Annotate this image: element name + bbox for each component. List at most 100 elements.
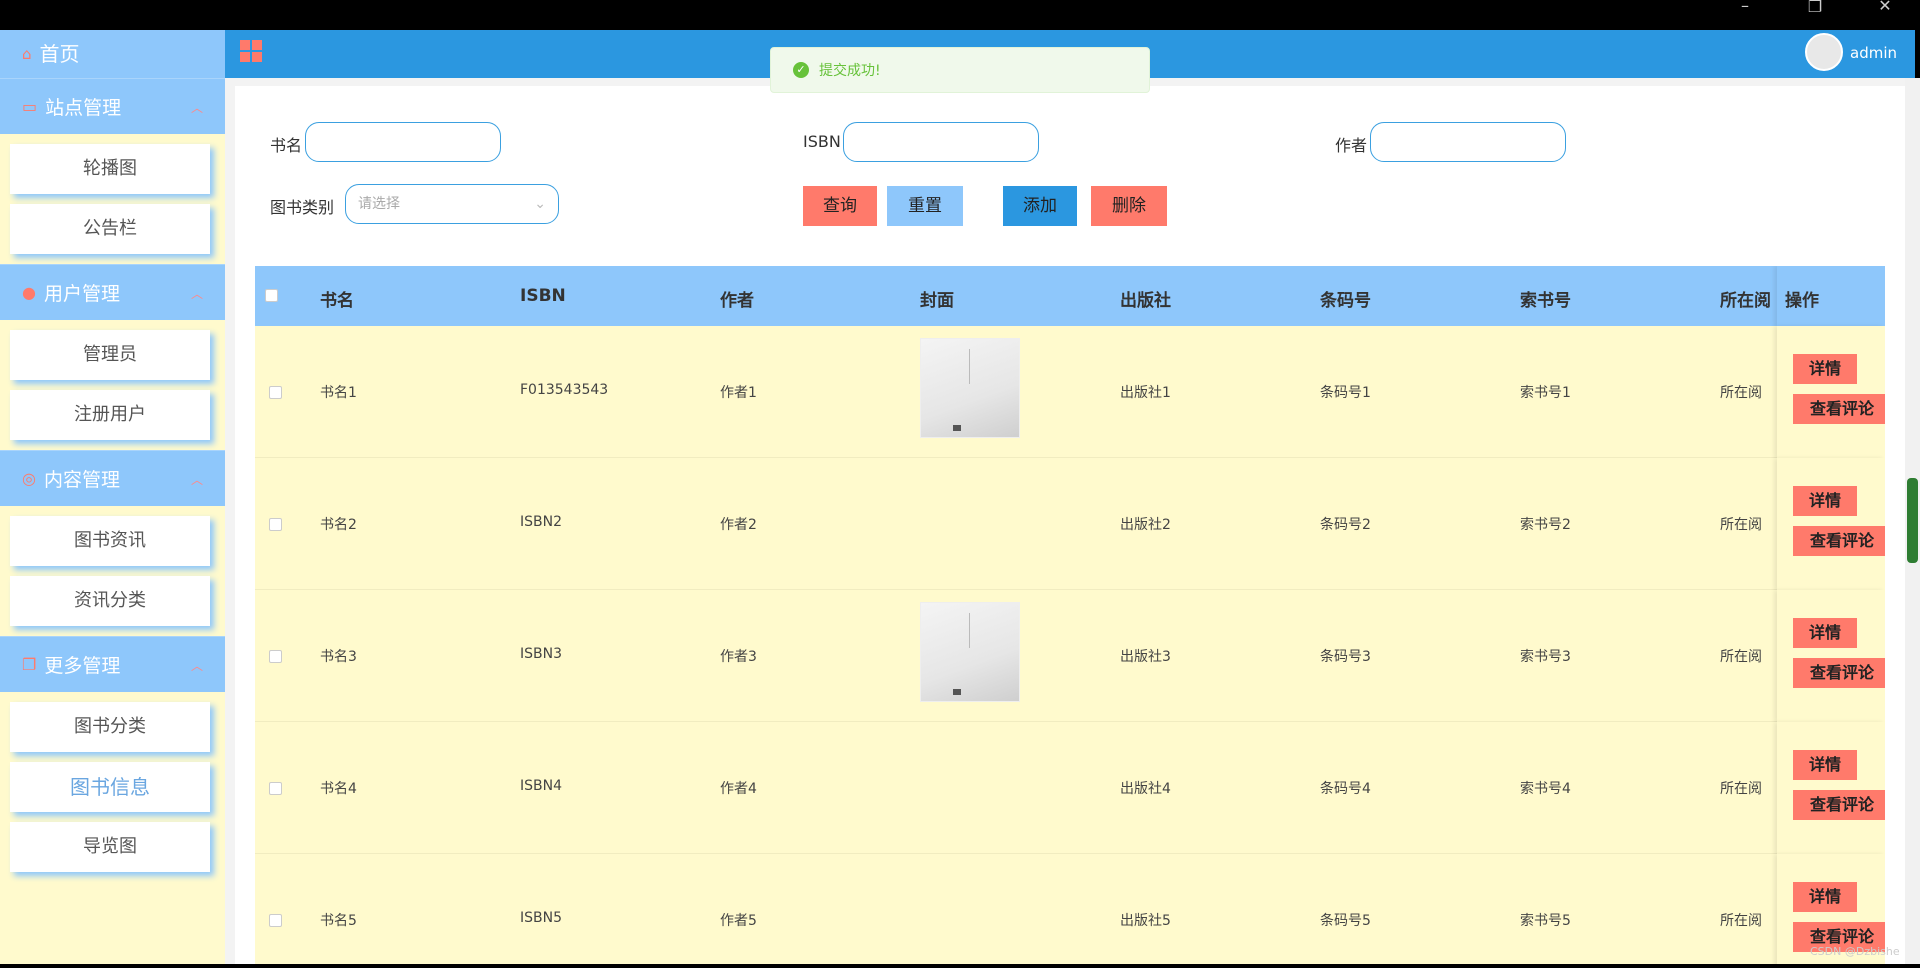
sidebar-item-notice[interactable]: 公告栏 bbox=[10, 204, 210, 254]
cell-author: 作者5 bbox=[720, 913, 757, 929]
sidebar-item-book-news[interactable]: 图书资讯 bbox=[10, 516, 210, 566]
copy-icon: ❐ bbox=[22, 655, 37, 674]
sidebar-group-site[interactable]: ▭ 站点管理 ︿ bbox=[0, 78, 225, 134]
row-checkbox[interactable] bbox=[269, 518, 282, 531]
username[interactable]: admin bbox=[1850, 44, 1897, 62]
sidebar-group-label: 站点管理 bbox=[45, 97, 122, 119]
detail-button[interactable]: 详情 bbox=[1793, 750, 1857, 780]
cell-callno: 索书号3 bbox=[1520, 649, 1571, 665]
sidebar-item-registered-users[interactable]: 注册用户 bbox=[10, 390, 210, 440]
isbn-input[interactable] bbox=[843, 122, 1039, 162]
sidebar-group-label: 更多管理 bbox=[44, 655, 121, 677]
row-checkbox[interactable] bbox=[269, 914, 282, 927]
ops-cell: 详情 查看评论 bbox=[1777, 458, 1885, 590]
cell-location: 所在阅 bbox=[1720, 385, 1762, 401]
scrollbar-thumb[interactable] bbox=[1907, 478, 1918, 563]
sidebar-item-admins[interactable]: 管理员 bbox=[10, 330, 210, 380]
cell-publisher: 出版社2 bbox=[1120, 517, 1171, 533]
toast-message: 提交成功! bbox=[819, 63, 881, 79]
cell-location: 所在阅 bbox=[1720, 781, 1762, 797]
cell-isbn: F013543543 bbox=[520, 382, 609, 398]
cell-callno: 索书号5 bbox=[1520, 913, 1571, 929]
sidebar-submenu-site: 轮播图 公告栏 bbox=[0, 134, 225, 264]
menu-grid-icon[interactable] bbox=[240, 40, 264, 64]
author-label: 作者 bbox=[1335, 136, 1368, 155]
table-row: 书名1 F013543543 作者1 出版社1 条码号1 索书号1 所在阅 详情 查看评论 bbox=[255, 326, 1885, 458]
cell-publisher: 出版社3 bbox=[1120, 649, 1171, 665]
cell-barcode: 条码号2 bbox=[1320, 517, 1371, 533]
col-header-location: 所在阅 bbox=[1720, 291, 1771, 311]
book-cover-image bbox=[920, 602, 1020, 702]
sidebar-group-more[interactable]: ❐ 更多管理 ︿ bbox=[0, 636, 225, 692]
cell-author: 作者1 bbox=[720, 385, 757, 401]
sidebar-item-carousel[interactable]: 轮播图 bbox=[10, 144, 210, 194]
sidebar-group-users[interactable]: ● 用户管理 ︿ bbox=[0, 264, 225, 320]
reset-button[interactable]: 重置 bbox=[887, 186, 963, 226]
vertical-scrollbar[interactable] bbox=[1905, 78, 1920, 964]
add-button[interactable]: 添加 bbox=[1003, 186, 1077, 226]
col-header-barcode: 条码号 bbox=[1320, 291, 1371, 311]
maximize-icon[interactable]: ❐ bbox=[1795, 0, 1835, 30]
cell-isbn: ISBN5 bbox=[520, 910, 562, 926]
view-comments-button[interactable]: 查看评论 bbox=[1793, 526, 1885, 556]
chevron-down-icon: ⌄ bbox=[534, 196, 546, 212]
cell-isbn: ISBN4 bbox=[520, 778, 562, 794]
detail-button[interactable]: 详情 bbox=[1793, 882, 1857, 912]
minimize-icon[interactable]: – bbox=[1725, 0, 1765, 30]
cell-name: 书名3 bbox=[320, 649, 357, 665]
cell-isbn: ISBN3 bbox=[520, 646, 562, 662]
detail-button[interactable]: 详情 bbox=[1793, 618, 1857, 648]
row-checkbox[interactable] bbox=[269, 386, 282, 399]
isbn-label: ISBN bbox=[803, 132, 841, 151]
cell-name: 书名5 bbox=[320, 913, 357, 929]
sidebar-item-book-category[interactable]: 图书分类 bbox=[10, 702, 210, 752]
ops-cell: 详情 查看评论 bbox=[1777, 722, 1885, 854]
success-toast: ✓ 提交成功! bbox=[770, 47, 1150, 93]
cell-publisher: 出版社1 bbox=[1120, 385, 1171, 401]
row-checkbox[interactable] bbox=[269, 782, 282, 795]
cell-location: 所在阅 bbox=[1720, 517, 1762, 533]
select-all-checkbox[interactable] bbox=[265, 289, 278, 302]
home-icon: ⌂ bbox=[22, 45, 32, 63]
book-name-input[interactable] bbox=[305, 122, 501, 162]
cell-name: 书名1 bbox=[320, 385, 357, 401]
table-row: 书名2 ISBN2 作者2 出版社2 条码号2 索书号2 所在阅 详情 查看评论 bbox=[255, 458, 1885, 590]
content-panel: 书名 ISBN 作者 图书类别 请选择 ⌄ 查询 重置 添加 删除 书名 ISB… bbox=[235, 86, 1905, 964]
table-header: 书名 ISBN 作者 封面 出版社 条码号 索书号 所在阅 操作 bbox=[255, 266, 1885, 326]
sidebar-home[interactable]: ⌂ 首页 bbox=[0, 30, 225, 78]
cell-location: 所在阅 bbox=[1720, 913, 1762, 929]
cell-callno: 索书号2 bbox=[1520, 517, 1571, 533]
detail-button[interactable]: 详情 bbox=[1793, 486, 1857, 516]
col-header-publisher: 出版社 bbox=[1120, 291, 1171, 311]
sidebar-item-news-category[interactable]: 资讯分类 bbox=[10, 576, 210, 626]
row-checkbox[interactable] bbox=[269, 650, 282, 663]
query-button[interactable]: 查询 bbox=[803, 186, 877, 226]
books-table: 书名 ISBN 作者 封面 出版社 条码号 索书号 所在阅 操作 书名1 F013… bbox=[255, 266, 1885, 964]
sidebar: ⌂ 首页 ▭ 站点管理 ︿ 轮播图 公告栏 ● 用户管理 ︿ 管理员 注册用户 … bbox=[0, 30, 225, 964]
cell-author: 作者2 bbox=[720, 517, 757, 533]
delete-button[interactable]: 删除 bbox=[1091, 186, 1167, 226]
detail-button[interactable]: 详情 bbox=[1793, 354, 1857, 384]
view-comments-button[interactable]: 查看评论 bbox=[1793, 658, 1885, 688]
cell-isbn: ISBN2 bbox=[520, 514, 562, 530]
view-comments-button[interactable]: 查看评论 bbox=[1793, 790, 1885, 820]
sidebar-submenu-more: 图书分类 图书信息 导览图 bbox=[0, 692, 225, 882]
view-comments-button[interactable]: 查看评论 bbox=[1793, 394, 1885, 424]
cell-barcode: 条码号3 bbox=[1320, 649, 1371, 665]
col-header-name: 书名 bbox=[320, 291, 354, 311]
sidebar-group-content[interactable]: ◎ 内容管理 ︿ bbox=[0, 450, 225, 506]
author-input[interactable] bbox=[1370, 122, 1566, 162]
cell-name: 书名4 bbox=[320, 781, 357, 797]
close-icon[interactable]: ✕ bbox=[1865, 0, 1905, 30]
avatar[interactable] bbox=[1805, 33, 1843, 71]
sidebar-item-guide-map[interactable]: 导览图 bbox=[10, 822, 210, 872]
cell-author: 作者3 bbox=[720, 649, 757, 665]
chevron-up-icon: ︿ bbox=[190, 287, 203, 301]
sidebar-item-book-info[interactable]: 图书信息 bbox=[10, 762, 210, 812]
window-titlebar: – ❐ ✕ bbox=[0, 0, 1920, 30]
cell-barcode: 条码号5 bbox=[1320, 913, 1371, 929]
cell-barcode: 条码号4 bbox=[1320, 781, 1371, 797]
sidebar-group-label: 内容管理 bbox=[43, 469, 120, 491]
category-select[interactable]: 请选择 ⌄ bbox=[345, 184, 559, 224]
main-content: 书名 ISBN 作者 图书类别 请选择 ⌄ 查询 重置 添加 删除 书名 ISB… bbox=[225, 78, 1915, 964]
